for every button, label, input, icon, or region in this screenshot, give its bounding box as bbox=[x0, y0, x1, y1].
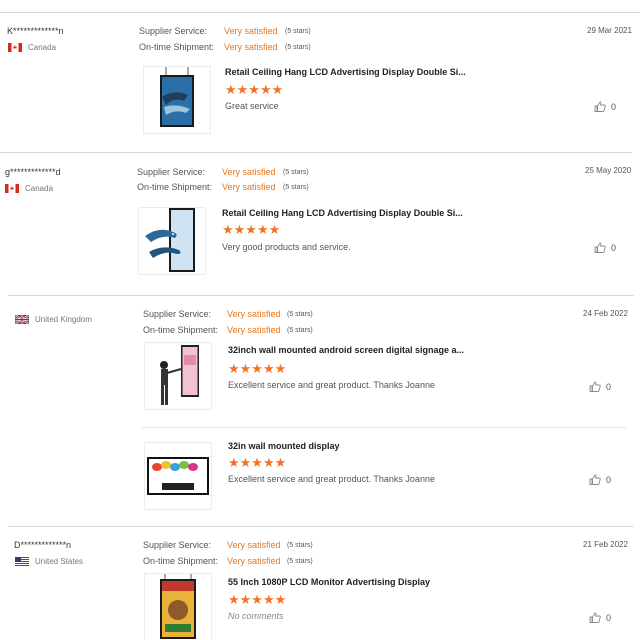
product-title[interactable]: Retail Ceiling Hang LCD Advertising Disp… bbox=[225, 67, 466, 77]
thumbs-up-icon bbox=[589, 612, 601, 623]
shipment-value: Very satisfied bbox=[222, 182, 276, 192]
review-card: United Kingdom Supplier Service: Very sa… bbox=[0, 296, 640, 526]
country-label: Canada bbox=[25, 184, 54, 193]
product-rating-stars: ★★★★★ bbox=[228, 361, 287, 376]
review-card: K*************n Canada Supplier Service:… bbox=[0, 0, 640, 152]
product-rating-stars: ★★★★★ bbox=[225, 82, 284, 97]
country-label: United Kingdom bbox=[35, 315, 92, 324]
supplier-service-value: Very satisfied bbox=[227, 540, 281, 550]
canada-flag-icon bbox=[5, 184, 19, 193]
review-date: 29 Mar 2021 bbox=[587, 26, 632, 35]
shipment-label: On-time Shipment: bbox=[143, 325, 219, 335]
review-date: 25 May 2020 bbox=[585, 166, 632, 175]
product-title[interactable]: 32inch wall mounted android screen digit… bbox=[228, 345, 464, 355]
like-count: 0 bbox=[606, 474, 612, 485]
like-count: 0 bbox=[606, 381, 612, 392]
product-image[interactable] bbox=[144, 573, 212, 640]
supplier-service-value: Very satisfied bbox=[222, 167, 276, 177]
like-button[interactable]: 0 bbox=[594, 101, 616, 112]
buyer-name: D*************n bbox=[14, 540, 72, 550]
product-title[interactable]: 55 Inch 1080P LCD Monitor Advertising Di… bbox=[228, 577, 430, 587]
product-title[interactable]: Retail Ceiling Hang LCD Advertising Disp… bbox=[222, 208, 463, 218]
shipment-stars: (5 stars) bbox=[287, 327, 313, 334]
shipment-stars: (5 stars) bbox=[285, 44, 311, 51]
product-divider bbox=[142, 427, 626, 428]
supplier-service-stars: (5 stars) bbox=[287, 542, 313, 549]
review-card: D*************n United States Supplier S… bbox=[0, 527, 640, 640]
product-title[interactable]: 32in wall mounted display bbox=[228, 441, 340, 451]
buyer-country: Canada bbox=[5, 184, 53, 193]
supplier-service-label: Supplier Service: bbox=[143, 309, 212, 319]
product-image[interactable] bbox=[143, 66, 211, 134]
supplier-service-stars: (5 stars) bbox=[283, 169, 309, 176]
shipment-label: On-time Shipment: bbox=[139, 42, 215, 52]
product-image-caption: SNEAKERS bbox=[162, 478, 197, 484]
like-button[interactable]: 0 bbox=[589, 612, 611, 623]
like-button[interactable]: 0 bbox=[589, 381, 611, 392]
product-image[interactable] bbox=[144, 442, 212, 510]
like-button[interactable]: 0 bbox=[594, 242, 616, 253]
canada-flag-icon bbox=[8, 43, 22, 52]
thumbs-up-icon bbox=[594, 101, 606, 112]
product-rating-stars: ★★★★★ bbox=[228, 455, 287, 470]
like-count: 0 bbox=[606, 612, 612, 623]
uk-flag-icon bbox=[15, 315, 29, 324]
us-flag-icon bbox=[15, 557, 29, 566]
review-date: 21 Feb 2022 bbox=[583, 540, 628, 549]
shipment-stars: (5 stars) bbox=[283, 184, 309, 191]
review-comment: Excellent service and great product. Tha… bbox=[228, 474, 435, 484]
buyer-country: Canada bbox=[8, 43, 56, 52]
product-rating-stars: ★★★★★ bbox=[222, 222, 281, 237]
like-count: 0 bbox=[611, 101, 617, 112]
review-comment: Very good products and service. bbox=[222, 242, 351, 252]
buyer-country: United Kingdom bbox=[15, 315, 92, 324]
supplier-service-label: Supplier Service: bbox=[143, 540, 212, 550]
review-card: g*************d Canada Supplier Service:… bbox=[0, 153, 640, 295]
supplier-service-label: Supplier Service: bbox=[137, 167, 206, 177]
thumbs-up-icon bbox=[589, 381, 601, 392]
product-rating-stars: ★★★★★ bbox=[228, 592, 287, 607]
product-image[interactable] bbox=[144, 342, 212, 410]
shipment-value: Very satisfied bbox=[227, 325, 281, 335]
like-count: 0 bbox=[611, 242, 617, 253]
country-label: United States bbox=[35, 557, 84, 566]
supplier-service-label: Supplier Service: bbox=[139, 26, 208, 36]
review-comment: No comments bbox=[228, 611, 284, 621]
buyer-name: K*************n bbox=[7, 26, 64, 36]
shipment-label: On-time Shipment: bbox=[143, 556, 219, 566]
supplier-service-value: Very satisfied bbox=[227, 309, 281, 319]
supplier-service-value: Very satisfied bbox=[224, 26, 278, 36]
supplier-service-stars: (5 stars) bbox=[285, 28, 311, 35]
shipment-stars: (5 stars) bbox=[287, 558, 313, 565]
shipment-value: Very satisfied bbox=[227, 556, 281, 566]
supplier-service-stars: (5 stars) bbox=[287, 311, 313, 318]
shipment-value: Very satisfied bbox=[224, 42, 278, 52]
like-button[interactable]: 0 bbox=[589, 474, 611, 485]
review-comment: Great service bbox=[225, 101, 279, 111]
review-date: 24 Feb 2022 bbox=[583, 309, 628, 318]
product-image[interactable] bbox=[138, 207, 206, 275]
thumbs-up-icon bbox=[589, 474, 601, 485]
buyer-name: g*************d bbox=[5, 167, 61, 177]
review-comment: Excellent service and great product. Tha… bbox=[228, 380, 435, 390]
country-label: Canada bbox=[28, 43, 57, 52]
buyer-country: United States bbox=[15, 557, 83, 566]
thumbs-up-icon bbox=[594, 242, 606, 253]
shipment-label: On-time Shipment: bbox=[137, 182, 213, 192]
